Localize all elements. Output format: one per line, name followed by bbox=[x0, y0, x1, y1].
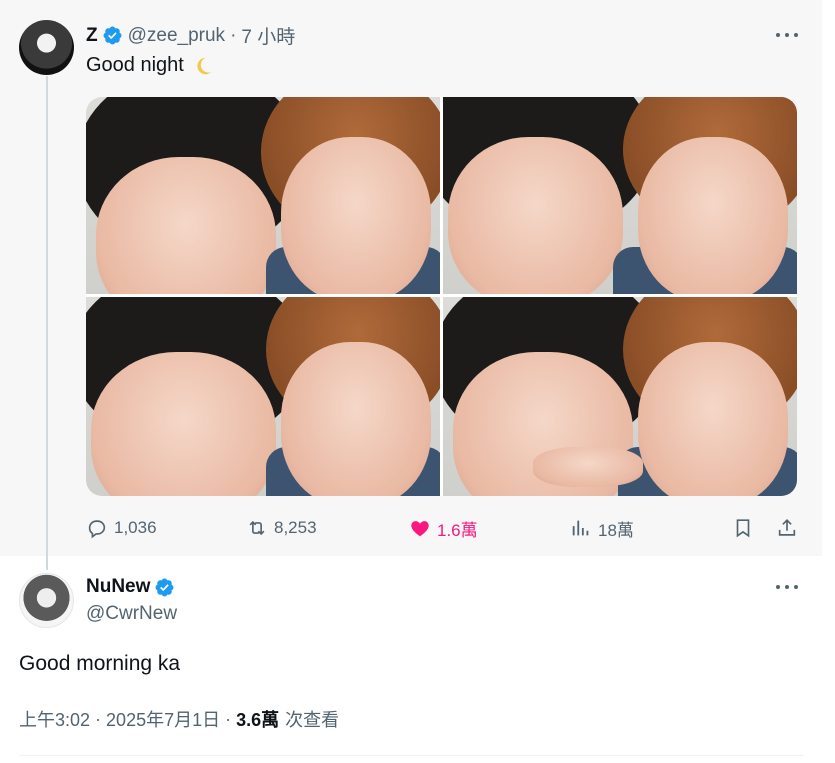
separator-dot: · bbox=[95, 708, 102, 729]
photo-4[interactable] bbox=[443, 297, 797, 496]
thread-connector-line bbox=[46, 76, 48, 570]
reply-view-count: 3.6萬 bbox=[236, 710, 280, 730]
reply-button[interactable]: 1,036 bbox=[86, 512, 157, 544]
tweet-actions-bar: 1,036 8,253 1.6萬 18萬 bbox=[86, 512, 801, 544]
photo-2[interactable] bbox=[443, 97, 797, 294]
tweet-text: Good night bbox=[86, 54, 214, 77]
heart-icon bbox=[411, 521, 429, 537]
retweet-icon bbox=[249, 520, 265, 536]
divider bbox=[19, 755, 804, 756]
retweet-count: 8,253 bbox=[274, 518, 317, 537]
photo-grid bbox=[86, 97, 797, 496]
reply-view-label: 次查看 bbox=[285, 710, 340, 730]
bookmark-button[interactable] bbox=[732, 512, 754, 544]
bookmark-icon bbox=[736, 519, 750, 538]
views-button[interactable]: 18萬 bbox=[570, 512, 634, 544]
separator-dot: · bbox=[230, 24, 237, 46]
reply-icon bbox=[88, 520, 106, 539]
share-icon bbox=[778, 519, 796, 536]
more-options-icon[interactable] bbox=[776, 31, 798, 39]
reply-time[interactable]: 上午3:02 bbox=[19, 706, 90, 732]
reply-author-row: NuNew bbox=[86, 576, 180, 598]
tweet-time[interactable]: 7 小時 bbox=[241, 22, 295, 49]
tweet-text-content: Good night bbox=[86, 54, 184, 76]
verified-badge-icon bbox=[155, 578, 174, 596]
tweet-card-original[interactable]: Z @zee_pruk · 7 小時 Good night 1,036 8,25… bbox=[0, 0, 822, 570]
reply-text: Good morning ka bbox=[19, 652, 181, 675]
reply-author-name[interactable]: NuNew bbox=[86, 576, 150, 598]
reply-count: 1,036 bbox=[114, 518, 157, 537]
tweet-header: Z @zee_pruk · 7 小時 bbox=[86, 22, 295, 49]
view-count: 18萬 bbox=[598, 520, 634, 540]
separator-dot: · bbox=[225, 708, 232, 729]
photo-3[interactable] bbox=[86, 297, 440, 496]
share-button[interactable] bbox=[776, 512, 798, 544]
like-button[interactable]: 1.6萬 bbox=[409, 512, 478, 544]
photo-1[interactable] bbox=[86, 97, 440, 294]
author-name[interactable]: Z bbox=[86, 25, 98, 47]
crescent-moon-icon bbox=[197, 57, 212, 74]
analytics-icon bbox=[572, 520, 589, 536]
reply-meta: 上午3:02 · 2025年7月1日 · 3.6萬 次查看 bbox=[19, 706, 339, 732]
reply-date[interactable]: 2025年7月1日 bbox=[106, 706, 220, 732]
retweet-button[interactable]: 8,253 bbox=[246, 512, 317, 544]
like-count: 1.6萬 bbox=[437, 520, 478, 540]
author-handle[interactable]: @zee_pruk bbox=[128, 25, 225, 47]
reply-author-handle[interactable]: @CwrNew bbox=[86, 603, 177, 625]
more-options-icon[interactable] bbox=[776, 583, 798, 591]
verified-badge-icon bbox=[103, 26, 122, 45]
avatar-z[interactable] bbox=[19, 20, 74, 75]
scrollbar-track[interactable] bbox=[822, 0, 835, 763]
avatar-nunew[interactable] bbox=[19, 573, 74, 628]
